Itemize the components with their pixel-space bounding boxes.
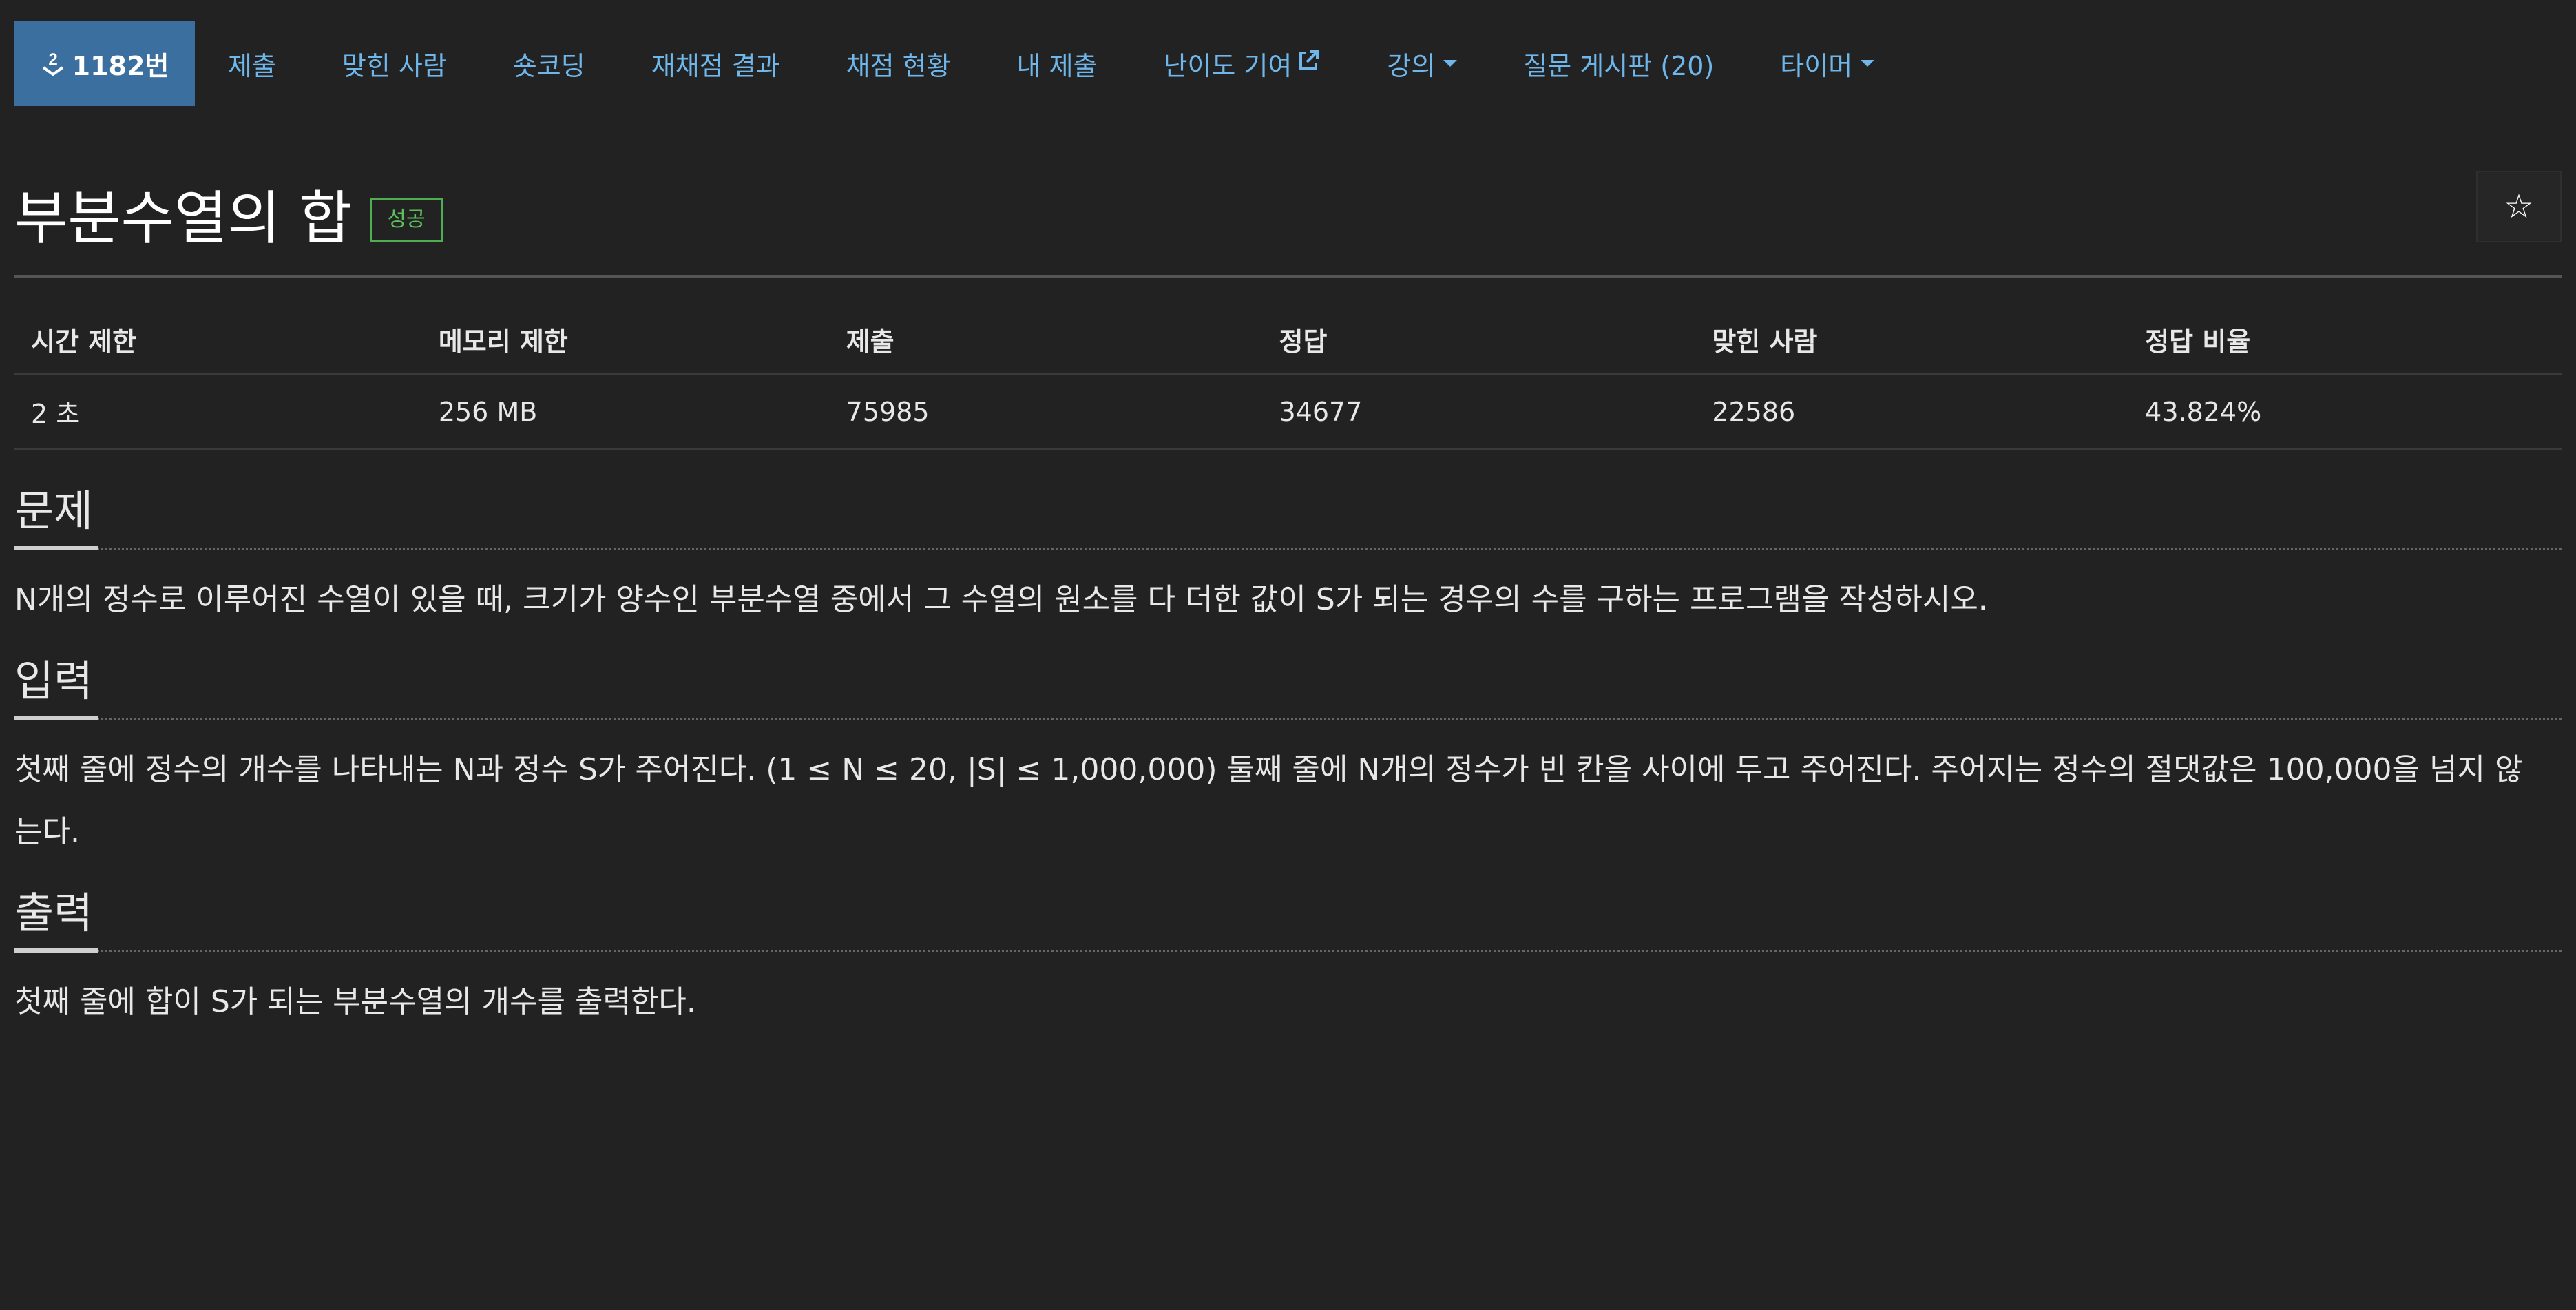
header-memory-limit: 메모리 제한: [421, 305, 830, 375]
nav-short-coding-label: 숏코딩: [512, 50, 585, 81]
value-accept-ratio: 43.824%: [2128, 374, 2562, 450]
nav-rejudge-results[interactable]: 재채점 결과: [618, 45, 813, 83]
section-header: 출력: [14, 888, 2562, 953]
nav-short-coding[interactable]: 숏코딩: [480, 45, 618, 83]
section-title-problem: 문제: [14, 486, 94, 536]
nav-my-submissions[interactable]: 내 제출: [984, 45, 1131, 83]
value-memory-limit: 256 MB: [421, 374, 830, 450]
header-accept-ratio: 정답 비율: [2128, 305, 2562, 375]
caret-down-icon: [1443, 60, 1458, 67]
header-solved-users: 맞힌 사람: [1695, 305, 2129, 375]
problem-output-text: 첫째 줄에 합이 S가 되는 부분수열의 개수를 출력한다.: [14, 984, 696, 1019]
problem-number-tab[interactable]: 2 1182번: [14, 21, 195, 106]
section-underline: [14, 546, 98, 550]
problem-title: 부분수열의 합: [14, 184, 353, 252]
problem-description-text: N개의 정수로 이루어진 수열이 있을 때, 크기가 양수인 부분수열 중에서 …: [14, 582, 1988, 617]
caret-down-icon: [1861, 60, 1875, 67]
problem-page: 2 1182번 제출 맞힌 사람 숏코딩 재채점 결과 채점 현황 내 제출 난…: [0, 21, 2576, 1310]
nav-submit[interactable]: 제출: [195, 45, 309, 83]
tier-level-icon: 2: [41, 50, 65, 77]
nav-rejudge-results-label: 재채점 결과: [651, 50, 780, 81]
value-solved-users: 22586: [1695, 374, 2129, 450]
info-header-row: 시간 제한 메모리 제한 제출 정답 맞힌 사람 정답 비율: [14, 305, 2562, 375]
nav-solved-users-label: 맞힌 사람: [342, 50, 447, 81]
nav-lectures-label: 강의: [1387, 50, 1436, 81]
value-accepted: 34677: [1262, 374, 1696, 450]
problem-number-label: 1182번: [72, 50, 169, 81]
nav-timer-label: 타이머: [1780, 50, 1853, 81]
section-underline: [14, 948, 98, 953]
favorite-star-button[interactable]: ☆: [2476, 171, 2562, 242]
section-underline: [14, 716, 98, 720]
nav-question-board[interactable]: 질문 게시판 (20): [1490, 45, 1747, 83]
nav-my-submissions-label: 내 제출: [1016, 50, 1098, 81]
nav-judge-status[interactable]: 채점 현황: [813, 45, 984, 83]
section-title-output: 출력: [14, 888, 94, 938]
problem-menu: 2 1182번 제출 맞힌 사람 숏코딩 재채점 결과 채점 현황 내 제출 난…: [14, 21, 2562, 106]
problem-input-text: 첫째 줄에 정수의 개수를 나타내는 N과 정수 S가 주어진다. (1 ≤ N…: [14, 752, 2523, 849]
section-header: 문제: [14, 486, 2562, 550]
header-time-limit: 시간 제한: [14, 305, 422, 375]
problem-output-section: 출력 첫째 줄에 합이 S가 되는 부분수열의 개수를 출력한다.: [14, 888, 2562, 1033]
nav-judge-status-label: 채점 현황: [846, 50, 951, 81]
problem-description-section: 문제 N개의 정수로 이루어진 수열이 있을 때, 크기가 양수인 부분수열 중…: [14, 486, 2562, 631]
nav-difficulty-contribution-label: 난이도 기여: [1163, 50, 1292, 81]
section-title-input: 입력: [14, 656, 94, 706]
nav-lectures-dropdown[interactable]: 강의: [1354, 45, 1490, 83]
star-icon: ☆: [2504, 187, 2534, 226]
value-submissions: 75985: [829, 374, 1263, 450]
header-accepted: 정답: [1262, 305, 1696, 375]
header-submissions: 제출: [829, 305, 1263, 375]
value-time-limit: 2 초: [14, 374, 422, 450]
info-value-row: 2 초 256 MB 75985 34677 22586 43.824%: [14, 374, 2562, 450]
nav-solved-users[interactable]: 맞힌 사람: [309, 45, 480, 83]
problem-input-section: 입력 첫째 줄에 정수의 개수를 나타내는 N과 정수 S가 주어진다. (1 …: [14, 656, 2562, 863]
svg-text:2: 2: [48, 50, 57, 69]
nav-submit-label: 제출: [228, 50, 276, 81]
result-success-badge: 성공: [370, 198, 443, 242]
section-header: 입력: [14, 656, 2562, 720]
problem-title-row: 부분수열의 합 성공 ☆: [14, 171, 2562, 252]
title-divider: [14, 275, 2562, 278]
nav-items: 제출 맞힌 사람 숏코딩 재채점 결과 채점 현황 내 제출 난이도 기여 강의: [195, 45, 1907, 83]
problem-info-table: 시간 제한 메모리 제한 제출 정답 맞힌 사람 정답 비율 2 초 256 M…: [14, 305, 2562, 450]
nav-question-board-label: 질문 게시판 (20): [1523, 50, 1715, 81]
external-link-icon: [1296, 48, 1321, 79]
nav-difficulty-contribution[interactable]: 난이도 기여: [1131, 45, 1354, 83]
nav-timer-dropdown[interactable]: 타이머: [1747, 45, 1907, 83]
